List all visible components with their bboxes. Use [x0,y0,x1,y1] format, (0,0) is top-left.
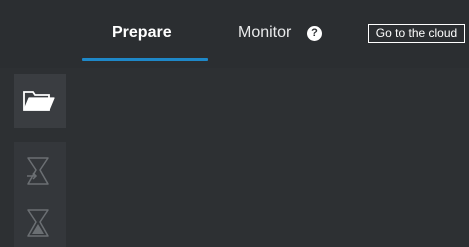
app-window: Prepare Monitor ? Go to the cloud [0,0,469,247]
tab-prepare[interactable]: Prepare [112,22,172,44]
sidebar [0,68,66,247]
main-content-area [66,68,469,247]
folder-open-icon [23,89,55,113]
help-icon[interactable]: ? [307,26,322,41]
sidebar-disabled-group [14,142,66,247]
funnel-filled-icon [26,208,50,238]
sidebar-item-open[interactable] [14,74,66,128]
active-tab-indicator [82,58,208,61]
funnel-import-icon [26,156,50,186]
go-to-cloud-button[interactable]: Go to the cloud [368,24,465,43]
tab-monitor[interactable]: Monitor [238,22,291,44]
top-navigation-bar: Prepare Monitor ? Go to the cloud [0,0,469,68]
